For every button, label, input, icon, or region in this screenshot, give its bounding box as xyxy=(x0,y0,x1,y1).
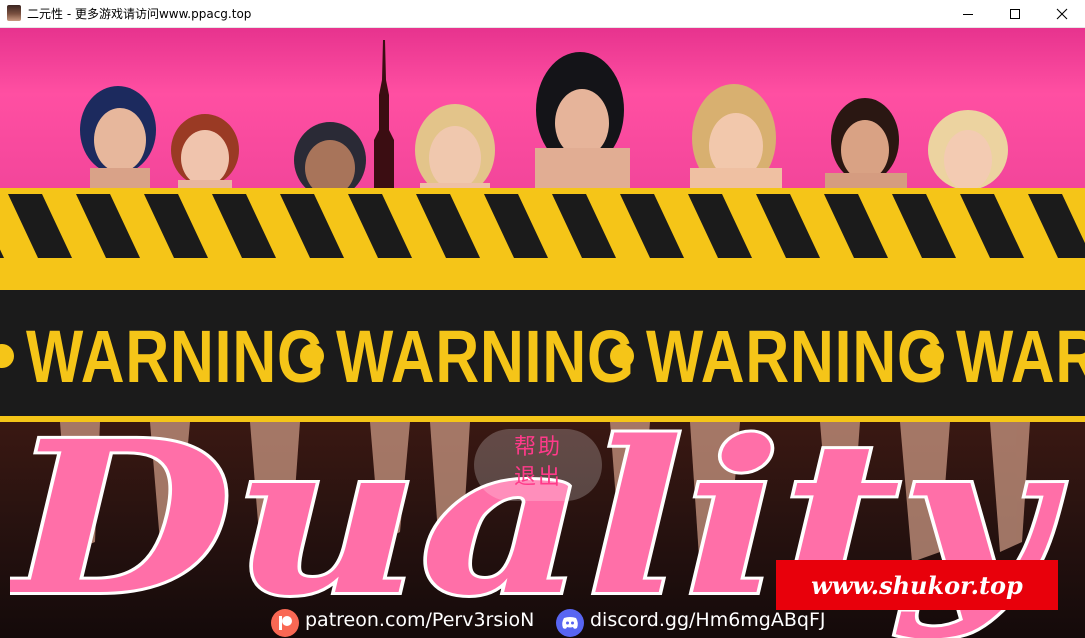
close-button[interactable] xyxy=(1039,0,1085,27)
warning-dot xyxy=(610,344,634,368)
close-icon xyxy=(1056,8,1068,19)
maximize-button[interactable] xyxy=(992,0,1038,27)
maximize-icon xyxy=(1010,8,1020,19)
warning-word: WARNING xyxy=(26,314,326,398)
discord-link[interactable]: discord.gg/Hm6mgABqFJ xyxy=(590,609,826,631)
character-1 xyxy=(80,86,156,198)
help-menu-item[interactable]: 帮助 xyxy=(514,429,562,461)
character-7 xyxy=(825,98,907,198)
discord-icon[interactable] xyxy=(556,609,584,637)
social-links: patreon.com/Perv3rsioN discord.gg/Hm6mgA… xyxy=(0,606,1085,638)
character-4 xyxy=(415,104,495,198)
app-portrait-icon xyxy=(7,5,21,21)
window-title: 二元性 - 更多游戏请访问www.ppacg.top xyxy=(27,7,252,21)
exit-menu-item[interactable]: 退出 xyxy=(514,459,562,491)
warning-dot xyxy=(0,344,14,368)
minimize-icon xyxy=(963,13,973,15)
character-8 xyxy=(928,110,1008,190)
warning-word: WARNING xyxy=(956,314,1085,398)
caution-stripes xyxy=(0,188,1085,284)
warning-dot xyxy=(920,344,944,368)
warning-word: WARNING xyxy=(646,314,946,398)
warning-row: WARNING WARNING WARNING WARNING xyxy=(0,306,1085,406)
warning-tape: WARNING WARNING WARNING WARNING xyxy=(0,284,1085,422)
watermark-text: www.shukor.top xyxy=(811,570,1023,600)
warning-dot xyxy=(300,344,324,368)
character-5 xyxy=(535,52,630,198)
game-canvas[interactable]: WARNING WARNING WARNING WARNING xyxy=(0,28,1085,638)
patreon-icon[interactable] xyxy=(271,609,299,637)
warning-word: WARNING xyxy=(336,314,636,398)
character-2 xyxy=(171,114,239,198)
warning-segment: WARNING xyxy=(920,306,1085,406)
patreon-link[interactable]: patreon.com/Perv3rsioN xyxy=(305,609,534,631)
window-title-bar[interactable]: 二元性 - 更多游戏请访问www.ppacg.top xyxy=(0,0,1085,28)
characters-group xyxy=(80,52,1008,198)
minimize-button[interactable] xyxy=(945,0,991,27)
character-6 xyxy=(690,84,782,198)
watermark-banner: www.shukor.top xyxy=(776,560,1058,610)
character-3 xyxy=(294,122,366,198)
